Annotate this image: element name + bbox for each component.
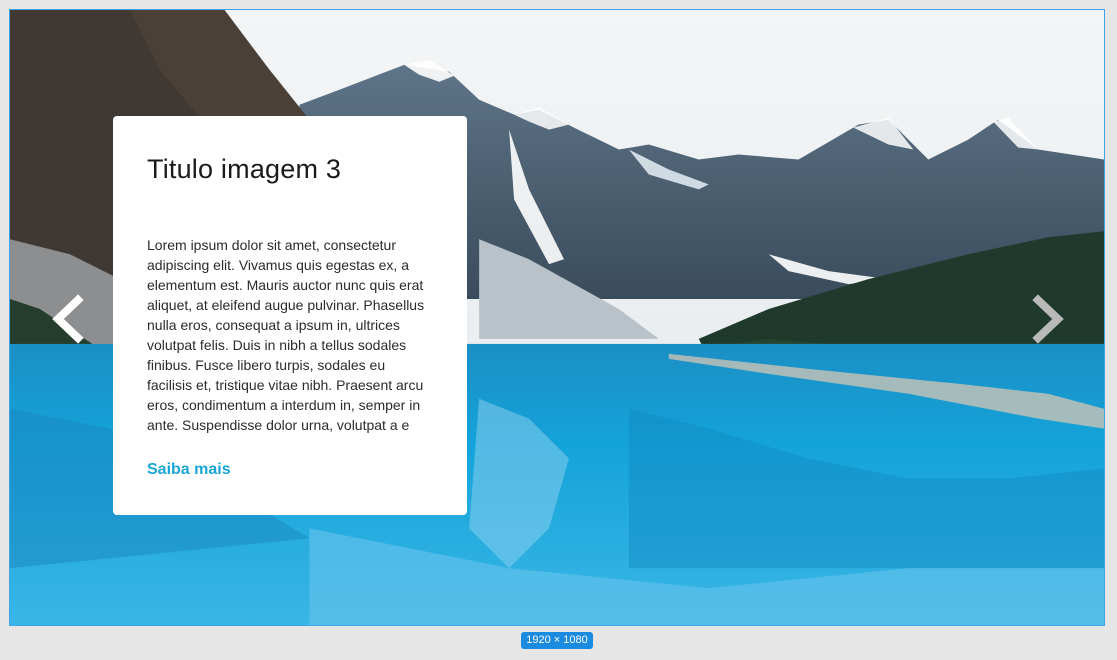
- slide-title: Titulo imagem 3: [147, 154, 342, 184]
- chevron-left-icon: [52, 294, 84, 344]
- learn-more-link[interactable]: Saiba mais: [147, 461, 231, 479]
- chevron-right-icon: [1032, 294, 1064, 344]
- frame-size-badge: 1920 × 1080: [521, 632, 593, 649]
- slide-description: Lorem ipsum dolor sit amet, consectetur …: [147, 237, 425, 433]
- carousel-next-button[interactable]: [1028, 294, 1068, 344]
- carousel-prev-button[interactable]: [48, 294, 88, 344]
- slide-caption-card: Titulo imagem 3 Lorem ipsum dolor sit am…: [113, 116, 467, 515]
- carousel-frame: Titulo imagem 3 Lorem ipsum dolor sit am…: [9, 9, 1105, 626]
